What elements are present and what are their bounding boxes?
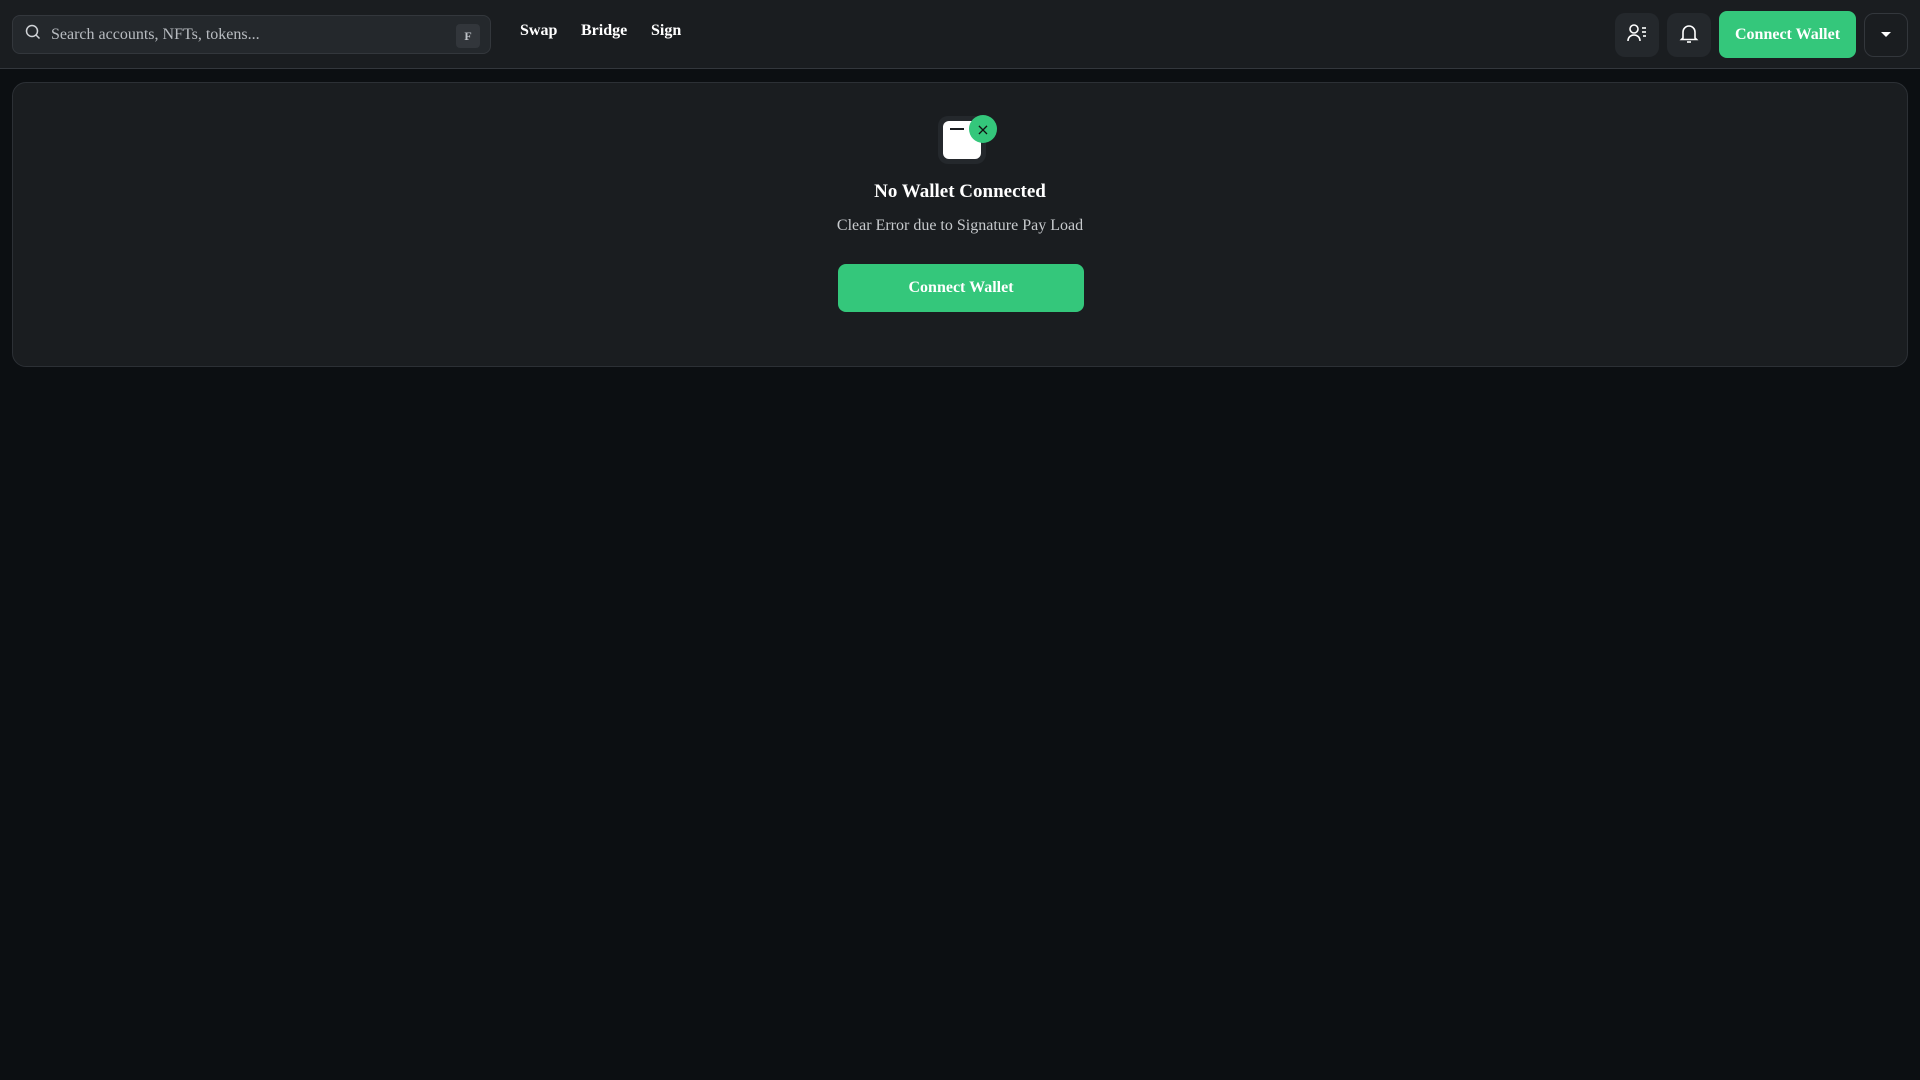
no-wallet-panel: × No Wallet Connected Clear Error due to… bbox=[12, 82, 1908, 367]
connect-wallet-button[interactable]: Connect Wallet bbox=[1719, 11, 1856, 58]
search-icon bbox=[13, 24, 41, 45]
top-bar: F Swap Bridge Sign Connect Wallet bbox=[0, 0, 1920, 69]
notifications-button[interactable] bbox=[1667, 13, 1711, 57]
nav-bridge[interactable]: Bridge bbox=[581, 22, 627, 40]
menu-dropdown-button[interactable] bbox=[1864, 13, 1908, 57]
search-input[interactable] bbox=[51, 25, 490, 44]
search-shortcut-badge: F bbox=[456, 24, 480, 48]
caret-down-icon bbox=[1880, 26, 1892, 44]
empty-state-title: No Wallet Connected bbox=[874, 181, 1046, 202]
empty-state-subtitle: Clear Error due to Signature Pay Load bbox=[836, 217, 1084, 234]
connect-wallet-main-button[interactable]: Connect Wallet bbox=[838, 264, 1084, 312]
nav-swap[interactable]: Swap bbox=[520, 22, 557, 40]
wallet-icon: × bbox=[938, 115, 997, 164]
contacts-button[interactable] bbox=[1615, 13, 1659, 57]
user-list-icon bbox=[1626, 22, 1648, 49]
search-box[interactable]: F bbox=[12, 15, 491, 54]
bell-icon bbox=[1678, 22, 1700, 49]
error-x-icon: × bbox=[969, 115, 997, 143]
nav-sign[interactable]: Sign bbox=[651, 22, 681, 40]
